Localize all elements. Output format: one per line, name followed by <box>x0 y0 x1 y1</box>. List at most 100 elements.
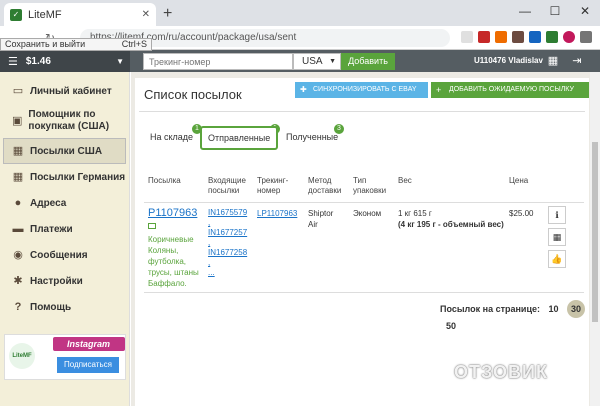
gear-icon: ✱ <box>13 275 23 287</box>
incoming-link[interactable]: IN1677258 <box>208 248 254 258</box>
close-window-icon[interactable]: ✕ <box>570 0 600 22</box>
packages-panel: Список посылок ✚ СИНХРОНИЗИРОВАТЬ С EBAY… <box>135 78 589 406</box>
sidebar-item-addresses[interactable]: ● Адреса <box>0 190 129 216</box>
table-row: P1107963 Коричневые Коляны, футболка, тр… <box>135 206 589 296</box>
sidebar-item-help[interactable]: ? Помощь <box>0 294 129 320</box>
chat-icon: ◉ <box>13 249 23 261</box>
sync-ebay-button[interactable]: ✚ СИНХРОНИЗИРОВАТЬ С EBAY <box>295 82 428 98</box>
maximize-icon[interactable]: ☐ <box>540 0 570 22</box>
instagram-banner[interactable]: LiteMF Instagram Подписаться <box>4 334 126 380</box>
map-pin-icon: ● <box>14 197 22 209</box>
help-icon: ? <box>14 301 22 313</box>
info-button[interactable]: ℹ <box>548 206 566 224</box>
litemf-favicon-icon: ✓ <box>10 8 22 21</box>
package-price: $25.00 <box>509 209 534 218</box>
wallet-icon: ▬ <box>12 223 24 235</box>
add-expected-package-button[interactable]: + ДОБАВИТЬ ОЖИДАЕМУЮ ПОСЫЛКУ <box>431 82 589 98</box>
grid-icon: ▦ <box>12 171 24 183</box>
extension-icon[interactable] <box>529 31 541 43</box>
sidebar: ▭ Личный кабинет ▣ Помощник по покупкам … <box>0 72 130 406</box>
page-size-option-current[interactable]: 30 <box>567 300 586 318</box>
package-description: Коричневые Коляны, футболка, трусы, штан… <box>148 235 199 288</box>
star-icon[interactable] <box>461 31 473 43</box>
package-tabs: 1 На складе 1 Отправленные 3 Полученные <box>135 124 589 152</box>
tab-in-stock[interactable]: На складе <box>150 132 193 142</box>
divider <box>144 292 584 293</box>
sidebar-item-settings[interactable]: ✱ Настройки <box>0 268 129 294</box>
close-tab-icon[interactable]: ✕ <box>142 9 150 20</box>
page-size-label: Посылок на странице: <box>440 304 541 314</box>
tooltip: Сохранить и выйти Ctrl+S <box>0 38 152 51</box>
col-price: Цена <box>509 176 529 185</box>
sidebar-item-payments[interactable]: ▬ Платежи <box>0 216 129 242</box>
tab-title: LiteMF <box>28 8 62 21</box>
incoming-sep: , <box>208 258 211 267</box>
sidebar-item-assistant[interactable]: ▣ Помощник по покупкам (США) <box>0 104 129 138</box>
browser-tabbar: ✓ LiteMF ✕ + — ☐ ✕ <box>0 0 600 26</box>
incoming-sep: , <box>208 238 211 247</box>
main-area: Список посылок ✚ СИНХРОНИЗИРОВАТЬ С EBAY… <box>131 72 600 406</box>
extension-icon[interactable] <box>495 31 507 43</box>
incoming-link[interactable]: IN1677257 <box>208 228 254 238</box>
sidebar-item-label: Помощь <box>30 301 72 313</box>
sidebar-item-label: Платежи <box>30 223 73 235</box>
extensions-bar <box>461 31 592 43</box>
litemf-logo: LiteMF <box>9 343 35 369</box>
incoming-link[interactable]: IN1675579 <box>208 208 254 218</box>
scrollbar[interactable] <box>590 72 600 406</box>
col-tracking: Трекинг-номер <box>257 176 289 195</box>
divider <box>139 111 585 112</box>
extension-icon[interactable] <box>546 31 558 43</box>
minimize-icon[interactable]: — <box>510 0 540 22</box>
country-value: USA <box>302 56 323 67</box>
grid-icon: ▦ <box>12 145 24 157</box>
extension-icon[interactable] <box>478 31 490 43</box>
sidebar-item-label: Посылки Германия <box>30 171 126 183</box>
sidebar-item-label: Настройки <box>30 275 83 287</box>
page-size-option[interactable]: 10 <box>549 301 559 317</box>
calendar-button[interactable]: ▦ <box>548 228 566 246</box>
sidebar-item-label: Сообщения <box>30 249 88 261</box>
scrollbar-thumb[interactable] <box>592 142 598 322</box>
divider <box>144 202 584 203</box>
incoming-list: IN1675579 , IN1677257 , IN1677258 , ... <box>208 208 254 278</box>
sidebar-item-germany-packages[interactable]: ▦ Посылки Германия <box>0 164 129 190</box>
like-button[interactable]: 👍 <box>548 250 566 268</box>
incoming-more-link[interactable]: ... <box>208 268 254 278</box>
add-tracking-button[interactable]: Добавить <box>341 53 395 70</box>
package-id-link[interactable]: P1107963 <box>148 207 197 219</box>
country-select[interactable]: USA ▼ <box>293 53 341 70</box>
sidebar-item-account[interactable]: ▭ Личный кабинет <box>0 78 129 104</box>
menu-icon[interactable] <box>580 31 592 43</box>
sidebar-item-label: Личный кабинет <box>30 85 112 97</box>
col-package: Посылка <box>148 176 181 185</box>
browser-tab[interactable]: ✓ LiteMF ✕ <box>4 3 156 26</box>
incoming-sep: , <box>208 218 211 227</box>
col-weight: Вес <box>398 176 412 185</box>
col-method: Метод доставки <box>308 176 342 195</box>
balance-widget[interactable]: ☰ $1.46 ▼ <box>0 50 130 72</box>
puzzle-icon: ✚ <box>300 85 307 94</box>
plus-icon: + <box>436 85 442 95</box>
calendar-icon[interactable]: ▦ <box>546 54 560 68</box>
avatar[interactable] <box>563 31 575 43</box>
delivery-method: Shiptor Air <box>308 209 334 229</box>
balance-value: $1.46 <box>25 55 51 67</box>
user-name[interactable]: U110476 Vladislav <box>474 50 543 72</box>
sidebar-item-messages[interactable]: ◉ Сообщения <box>0 242 129 268</box>
chevron-down-icon: ▼ <box>329 58 336 65</box>
logout-icon[interactable]: ⇥ <box>570 54 584 68</box>
tracking-link[interactable]: LP1107963 <box>257 208 297 219</box>
page-size-option[interactable]: 50 <box>446 318 456 334</box>
tracking-input[interactable] <box>143 53 293 70</box>
tab-sent[interactable]: Отправленные <box>200 126 279 150</box>
menu-icon[interactable]: ☰ <box>8 55 18 68</box>
package-weight: 1 кг 615 г <box>398 209 432 218</box>
extension-icon[interactable] <box>512 31 524 43</box>
tab-received[interactable]: Полученные <box>286 132 338 142</box>
new-tab-icon[interactable]: + <box>163 5 172 23</box>
page-title: Список посылок <box>144 87 242 102</box>
sidebar-item-usa-packages[interactable]: ▦ Посылки США <box>3 138 126 164</box>
instagram-label: Instagram <box>53 337 125 351</box>
subscribe-button[interactable]: Подписаться <box>57 357 119 373</box>
